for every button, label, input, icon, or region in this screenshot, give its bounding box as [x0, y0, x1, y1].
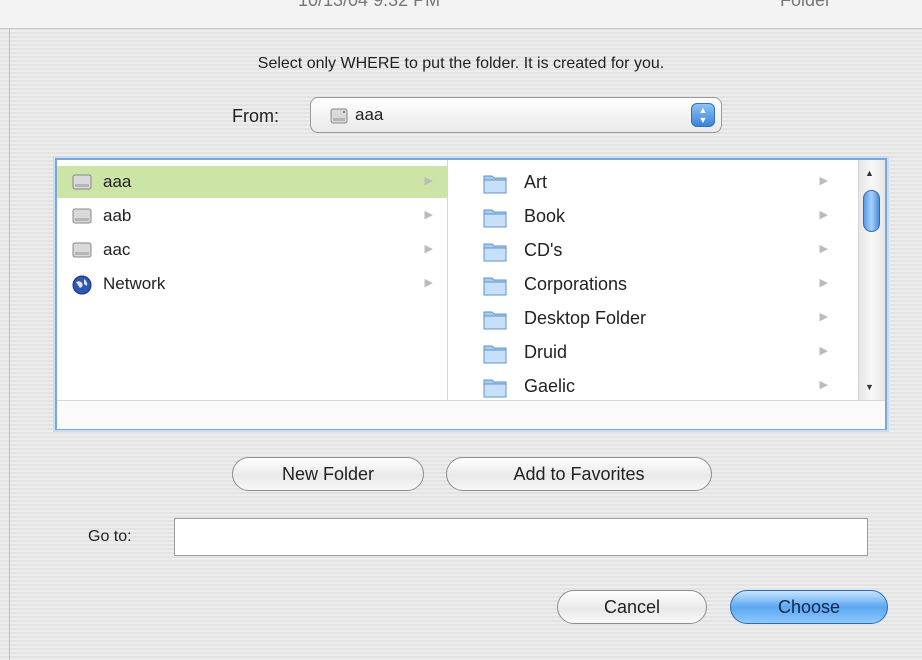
list-item-label: Art — [524, 172, 548, 192]
column-volumes: aaa ▶ aab ▶ aac ▶ Network ▶ — [57, 160, 448, 400]
scroll-up-arrow-icon[interactable]: ▲ — [865, 168, 874, 178]
list-item[interactable]: Gaelic ▶ — [448, 370, 858, 400]
folder-icon — [482, 273, 508, 302]
horizontal-scroll-area — [57, 400, 885, 429]
chevron-right-icon: ▶ — [819, 277, 828, 289]
list-item[interactable]: Corporations ▶ — [448, 268, 858, 300]
folder-icon — [482, 239, 508, 268]
list-item[interactable]: Druid ▶ — [448, 336, 858, 368]
partial-date-text: 10/13/04 9:32 PM — [298, 0, 441, 10]
list-item-label: Gaelic — [524, 376, 576, 396]
folder-icon — [482, 205, 508, 234]
chevron-right-icon: ▶ — [819, 345, 828, 357]
list-item[interactable]: Network ▶ — [57, 268, 447, 300]
add-to-favorites-button[interactable]: Add to Favorites — [446, 457, 712, 491]
chevron-right-icon: ▶ — [819, 175, 828, 187]
disk-icon — [71, 240, 93, 265]
scroll-down-arrow-icon[interactable]: ▼ — [865, 382, 874, 392]
list-item-label: aab — [103, 206, 132, 225]
from-popup[interactable]: aaa ▲ ▼ — [310, 97, 722, 133]
dialog-edge — [9, 28, 10, 660]
disk-icon — [71, 172, 93, 197]
vertical-scrollbar[interactable]: ▲ ▼ — [859, 160, 885, 400]
list-item-label: Corporations — [524, 274, 628, 294]
list-item-label: Desktop Folder — [524, 308, 647, 328]
disk-icon — [71, 206, 93, 231]
from-label: From: — [232, 106, 279, 126]
list-item[interactable]: CD's ▶ — [448, 234, 858, 266]
chevron-right-icon: ▶ — [819, 209, 828, 221]
new-folder-button[interactable]: New Folder — [232, 457, 424, 491]
list-item[interactable]: aab ▶ — [57, 200, 447, 232]
list-item[interactable]: Desktop Folder ▶ — [448, 302, 858, 334]
goto-label: Go to: — [88, 528, 132, 545]
list-item-label: Network — [103, 274, 166, 293]
folder-icon — [482, 171, 508, 200]
list-item-label: Book — [524, 206, 566, 226]
column-browser[interactable]: aaa ▶ aab ▶ aac ▶ Network ▶ Art ▶ Book ▶ — [55, 158, 887, 430]
choose-button[interactable]: Choose — [730, 590, 888, 624]
folder-icon — [482, 341, 508, 370]
list-item[interactable]: Art ▶ — [448, 166, 858, 198]
folder-icon — [482, 307, 508, 336]
popup-arrows-icon: ▲ ▼ — [691, 103, 715, 127]
instruction-text: Select only WHERE to put the folder. It … — [257, 55, 665, 72]
chevron-right-icon: ▶ — [424, 243, 433, 255]
list-item[interactable]: Book ▶ — [448, 200, 858, 232]
from-popup-value: aaa — [355, 105, 384, 124]
chevron-right-icon: ▶ — [819, 243, 828, 255]
list-item-label: CD's — [524, 240, 563, 260]
list-item-label: aaa — [103, 172, 132, 191]
chevron-right-icon: ▶ — [424, 175, 433, 187]
disk-icon — [329, 106, 349, 131]
list-item[interactable]: aaa ▶ — [57, 166, 447, 198]
list-item[interactable]: aac ▶ — [57, 234, 447, 266]
scrollbar-thumb[interactable] — [863, 190, 880, 232]
list-item-label: aac — [103, 240, 131, 259]
network-globe-icon — [71, 274, 93, 301]
chevron-right-icon: ▶ — [819, 311, 828, 323]
column-folders: Art ▶ Book ▶ CD's ▶ Corporations ▶ Deskt… — [448, 160, 859, 400]
title-strip: 10/13/04 9:32 PM Folder — [0, 0, 922, 29]
chevron-right-icon: ▶ — [819, 379, 828, 391]
chevron-right-icon: ▶ — [424, 209, 433, 221]
folder-icon — [482, 375, 508, 400]
goto-input[interactable] — [174, 518, 868, 556]
partial-kind-text: Folder — [780, 0, 832, 10]
list-item-label: Druid — [524, 342, 568, 362]
cancel-button[interactable]: Cancel — [557, 590, 707, 624]
chevron-right-icon: ▶ — [424, 277, 433, 289]
